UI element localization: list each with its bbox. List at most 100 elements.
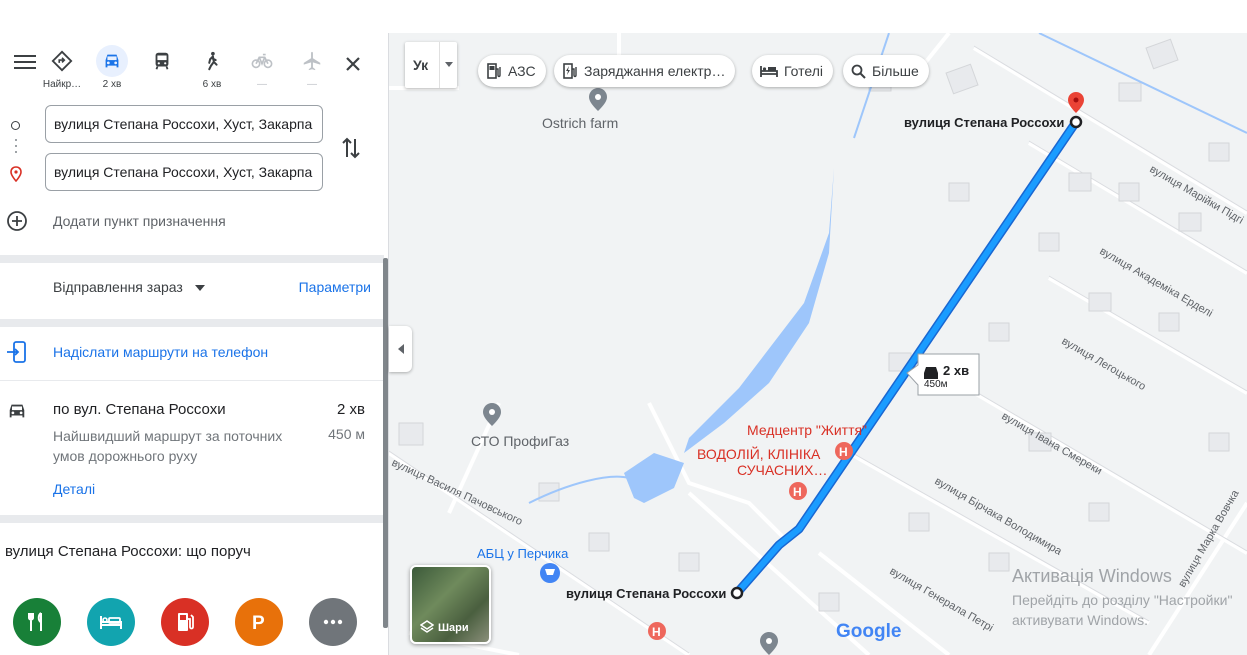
- route-description: Найшвидший маршрут за поточних умов доро…: [53, 428, 283, 464]
- restaurants-button[interactable]: [13, 598, 61, 646]
- street-label: вулиця Івана Смереки: [1000, 410, 1104, 477]
- search-icon: [851, 64, 866, 79]
- car-icon: [96, 45, 128, 77]
- panel-scrollbar[interactable]: [383, 258, 388, 628]
- parameters-link[interactable]: Параметри: [299, 279, 371, 295]
- chip-charging[interactable]: Заряджання електр…: [554, 55, 736, 87]
- add-destination-button[interactable]: Додати пункт призначення: [6, 207, 306, 235]
- mode-flight[interactable]: —: [286, 45, 338, 90]
- mode-car-label: 2 хв: [102, 79, 122, 90]
- street-end-label: вулиця Степана Россохи: [904, 115, 1064, 130]
- depart-now-dropdown[interactable]: Відправлення зараз: [53, 279, 205, 295]
- place-label: Ostrich farm: [542, 115, 618, 131]
- place-pin-icon[interactable]: [760, 632, 778, 655]
- plane-icon: [296, 45, 328, 77]
- send-to-phone-icon: [7, 341, 26, 363]
- layers-button[interactable]: Шари: [410, 565, 491, 644]
- input-tools-dropdown[interactable]: [439, 42, 458, 88]
- mode-bicycle[interactable]: —: [236, 45, 288, 90]
- swap-button[interactable]: [340, 135, 366, 161]
- chip-more[interactable]: Більше: [843, 55, 929, 87]
- swap-arrows-icon: [342, 137, 360, 159]
- parking-button[interactable]: P: [235, 598, 283, 646]
- browser-top-strip: [0, 0, 1247, 34]
- route-details-link[interactable]: Деталі: [53, 481, 95, 497]
- input-language-label: Ук: [413, 57, 429, 73]
- route-option-card[interactable]: по вул. Степана Россохи 2 хв Найшвидший …: [0, 385, 384, 515]
- connector-dot: [15, 139, 17, 141]
- mode-walk[interactable]: 6 хв: [186, 45, 238, 90]
- walk-icon: [196, 45, 228, 77]
- origin-circle-icon: [11, 121, 20, 130]
- menu-button[interactable]: [12, 51, 38, 77]
- street-label: вулиця Генерала Петрі: [888, 565, 996, 634]
- hotel-icon: [100, 616, 122, 629]
- ev-charging-icon: [562, 63, 578, 79]
- hospital-pin-icon[interactable]: H: [648, 622, 666, 640]
- map-canvas[interactable]: H H H вулиця Марійки Підгі вулиця Академ…: [389, 33, 1247, 655]
- place-label: ВОДОЛІЙ, КЛІНІКА: [697, 445, 821, 462]
- add-destination-label: Додати пункт призначення: [53, 213, 226, 229]
- gas-stations-button[interactable]: [161, 598, 209, 646]
- place-label: АБЦ у Перчика: [477, 546, 569, 561]
- hotels-button[interactable]: [87, 598, 135, 646]
- chip-hotels[interactable]: Готелі: [752, 55, 833, 87]
- street-label: вулиця Легоцького: [1060, 335, 1148, 393]
- destination-pin-icon: [10, 166, 22, 182]
- hotel-icon: [760, 64, 778, 78]
- close-directions-button[interactable]: [340, 51, 366, 77]
- connector-dot: [15, 151, 17, 153]
- shopping-pin-icon[interactable]: [540, 563, 560, 583]
- close-icon: [346, 57, 360, 71]
- input-tools-button[interactable]: Ук: [405, 42, 457, 88]
- hospital-pin-icon[interactable]: H: [789, 482, 807, 500]
- place-label: Медцентр "Життя": [747, 422, 867, 438]
- street-label: вулиця Марка Вовчка: [1176, 487, 1242, 589]
- route-bubble-distance: 450м: [924, 379, 948, 390]
- windows-activation-text: Перейдіть до розділу "Настройки" активув…: [1012, 590, 1232, 630]
- mode-flight-label: —: [307, 79, 317, 90]
- svg-text:P: P: [252, 613, 265, 633]
- origin-input[interactable]: [45, 105, 323, 143]
- parking-icon: P: [252, 613, 265, 633]
- caret-down-icon: [445, 62, 453, 67]
- mode-transit[interactable]: [136, 45, 188, 79]
- windows-activation-line: Перейдіть до розділу "Настройки": [1012, 592, 1233, 608]
- more-dots-icon: [323, 619, 343, 625]
- svg-text:H: H: [839, 445, 848, 459]
- best-route-icon: [46, 45, 78, 77]
- send-to-phone-button[interactable]: Надіслати маршрути на телефон: [0, 327, 384, 379]
- chip-gas-label: АЗС: [508, 63, 536, 79]
- place-pin-icon[interactable]: [483, 403, 501, 426]
- gas-station-icon: [486, 63, 502, 79]
- route-end-marker[interactable]: [1069, 115, 1083, 129]
- place-pin-icon[interactable]: [589, 88, 607, 111]
- more-categories-button[interactable]: [309, 598, 357, 646]
- river-line: [1038, 33, 1247, 134]
- divider: [0, 255, 384, 263]
- chip-gas[interactable]: АЗС: [478, 55, 546, 87]
- map-drawing: H H H вулиця Марійки Підгі вулиця Академ…: [389, 33, 1247, 655]
- divider: [0, 380, 384, 381]
- hospital-pin-icon[interactable]: H: [835, 442, 853, 460]
- collapse-panel-button[interactable]: [389, 326, 412, 372]
- add-circle-icon: [7, 211, 27, 231]
- send-to-phone-label: Надіслати маршрути на телефон: [53, 344, 269, 360]
- divider: [0, 319, 384, 327]
- street-start-label: вулиця Степана Россохи: [566, 586, 726, 601]
- route-start-marker[interactable]: [730, 586, 744, 600]
- destination-input[interactable]: [45, 153, 323, 191]
- street-labels: вулиця Марійки Підгі вулиця Академіка Ер…: [390, 163, 1246, 634]
- depart-now-label: Відправлення зараз: [53, 279, 183, 295]
- chip-charging-label: Заряджання електр…: [584, 63, 726, 79]
- mode-best[interactable]: Найкр…: [36, 45, 88, 90]
- gas-station-icon: [178, 613, 194, 631]
- car-icon: [9, 404, 25, 418]
- street-label: вулиця Бірчака Володимира: [933, 475, 1065, 558]
- route-inputs: Додати пункт призначення: [0, 101, 388, 256]
- mode-best-label: Найкр…: [42, 79, 82, 90]
- road-network: [389, 33, 1247, 655]
- mode-car[interactable]: 2 хв: [86, 45, 138, 90]
- divider: [0, 515, 384, 523]
- connector-dot: [15, 145, 17, 147]
